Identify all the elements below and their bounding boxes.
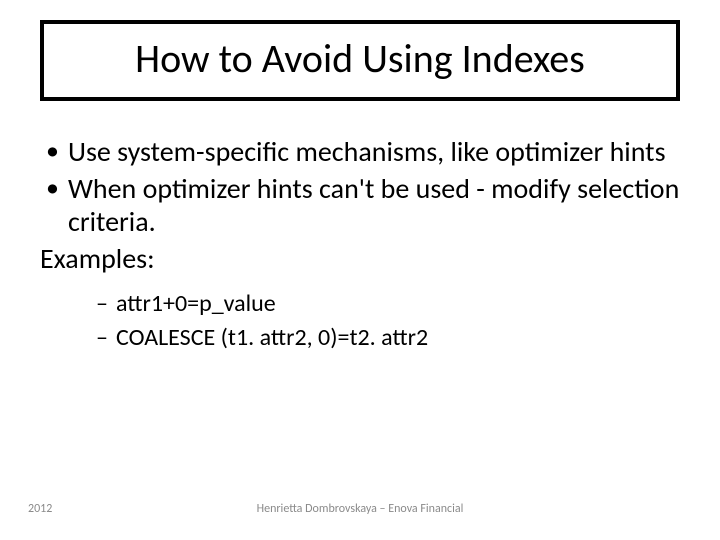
examples-label: Examples:	[40, 242, 680, 275]
slide: How to Avoid Using Indexes Use system-sp…	[0, 0, 720, 540]
examples-list: attr1+0=p_value COALESCE (t1. attr2, 0)=…	[40, 289, 680, 353]
footer-credit: Henrietta Dombrovskaya – Enova Financial	[0, 502, 720, 516]
bullet-item: Use system-specific mechanisms, like opt…	[40, 135, 680, 168]
slide-body: Use system-specific mechanisms, like opt…	[40, 135, 680, 357]
example-item: attr1+0=p_value	[96, 289, 680, 319]
title-box: How to Avoid Using Indexes	[40, 20, 680, 101]
bullet-item: When optimizer hints can't be used - mod…	[40, 172, 680, 238]
bullet-list: Use system-specific mechanisms, like opt…	[40, 135, 680, 238]
slide-title: How to Avoid Using Indexes	[62, 34, 658, 83]
example-item: COALESCE (t1. attr2, 0)=t2. attr2	[96, 323, 680, 353]
